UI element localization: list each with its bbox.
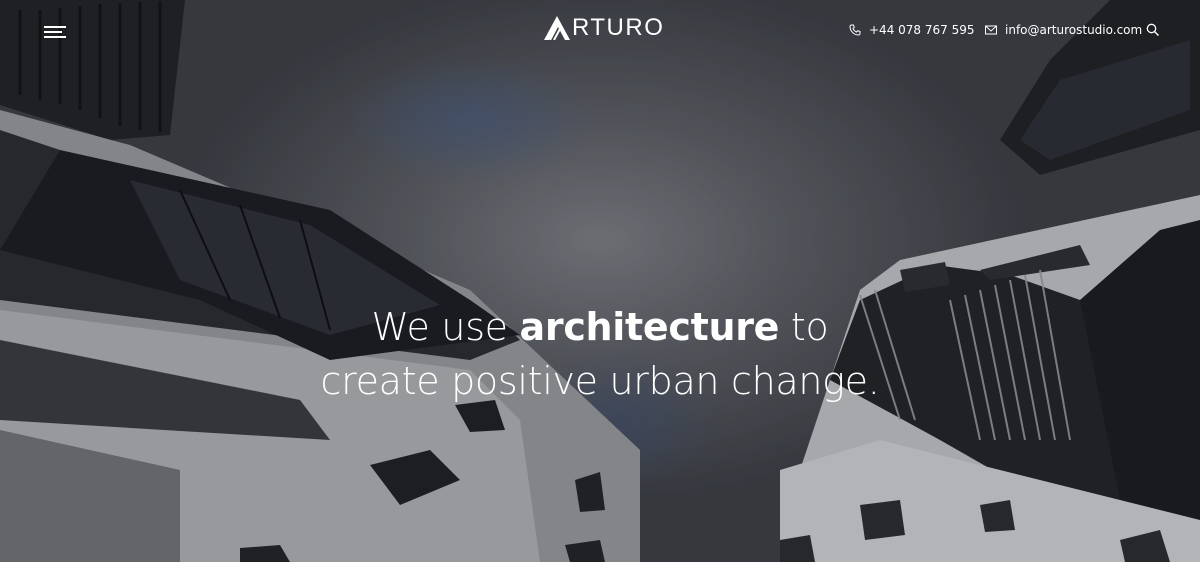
logo-text: RTURO [572, 14, 665, 41]
site-header: RTURO +44 078 767 595 info@arturostudio.… [0, 0, 1200, 62]
search-icon [1146, 23, 1159, 36]
email-address: info@arturostudio.com [1005, 23, 1143, 37]
phone-number: +44 078 767 595 [869, 23, 975, 37]
hero-headline: We use architecture to create positive u… [0, 300, 1200, 408]
hero-overlay [0, 0, 1200, 562]
envelope-icon [985, 25, 997, 35]
search-button[interactable] [1146, 22, 1160, 36]
hero-section [0, 0, 1200, 562]
site-logo[interactable]: RTURO [544, 13, 664, 43]
hamburger-icon [44, 26, 66, 28]
hero-headline-line1: We use architecture to [371, 305, 829, 349]
phone-link[interactable]: +44 078 767 595 [849, 20, 974, 40]
logo-mark-icon [544, 16, 570, 40]
email-link[interactable]: info@arturostudio.com [985, 20, 1142, 40]
hero-headline-emphasis: architecture [519, 305, 780, 349]
hamburger-menu-button[interactable] [44, 24, 68, 40]
phone-icon [849, 24, 861, 36]
hero-headline-line2: create positive urban change. [320, 359, 880, 403]
